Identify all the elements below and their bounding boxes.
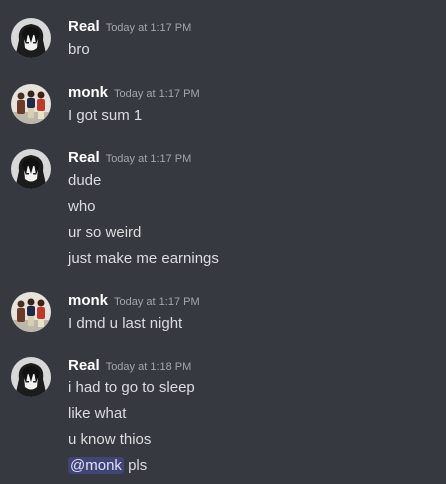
message-text: u know thios <box>68 431 152 448</box>
message-header: monk Today at 1:17 PM <box>68 292 200 310</box>
user-mention[interactable]: @monk <box>68 457 124 474</box>
message-text: I got sum 1 <box>68 107 143 124</box>
timestamp: Today at 1:17 PM <box>105 153 192 165</box>
anime-dark-hair-avatar-icon <box>11 357 51 397</box>
message-text-after-mention: pls <box>123 457 148 474</box>
avatar[interactable] <box>11 357 51 397</box>
message-text: bro <box>68 41 90 58</box>
username[interactable]: Real <box>68 149 100 166</box>
message-text: I dmd u last night <box>68 315 183 332</box>
timestamp: Today at 1:18 PM <box>105 361 192 373</box>
message-text: ur so weird <box>68 224 142 241</box>
username[interactable]: monk <box>68 84 108 101</box>
message-text: @monk pls <box>68 457 147 474</box>
avatar[interactable] <box>11 84 51 124</box>
group-photo-avatar-icon <box>11 292 51 332</box>
chat-messages: Real Today at 1:17 PM bro monk Today at 1:… <box>0 0 446 484</box>
message-header: Real Today at 1:18 PM <box>68 357 191 375</box>
message-text: who <box>68 198 96 215</box>
avatar[interactable] <box>11 149 51 189</box>
avatar[interactable] <box>11 292 51 332</box>
timestamp: Today at 1:17 PM <box>114 88 200 100</box>
anime-dark-hair-avatar-icon <box>11 18 51 58</box>
message-text: dude <box>68 172 102 189</box>
message-header: Real Today at 1:17 PM <box>68 149 191 167</box>
message-header: Real Today at 1:17 PM <box>68 18 191 36</box>
message-text: just make me earnings <box>68 250 219 267</box>
message-text: like what <box>68 405 127 422</box>
timestamp: Today at 1:17 PM <box>105 22 192 34</box>
message-text: i had to go to sleep <box>68 379 195 396</box>
username[interactable]: Real <box>68 357 100 374</box>
username[interactable]: monk <box>68 292 108 309</box>
anime-dark-hair-avatar-icon <box>11 149 51 189</box>
group-photo-avatar-icon <box>11 84 51 124</box>
username[interactable]: Real <box>68 18 100 35</box>
avatar[interactable] <box>11 18 51 58</box>
message-header: monk Today at 1:17 PM <box>68 84 200 102</box>
timestamp: Today at 1:17 PM <box>114 296 200 308</box>
